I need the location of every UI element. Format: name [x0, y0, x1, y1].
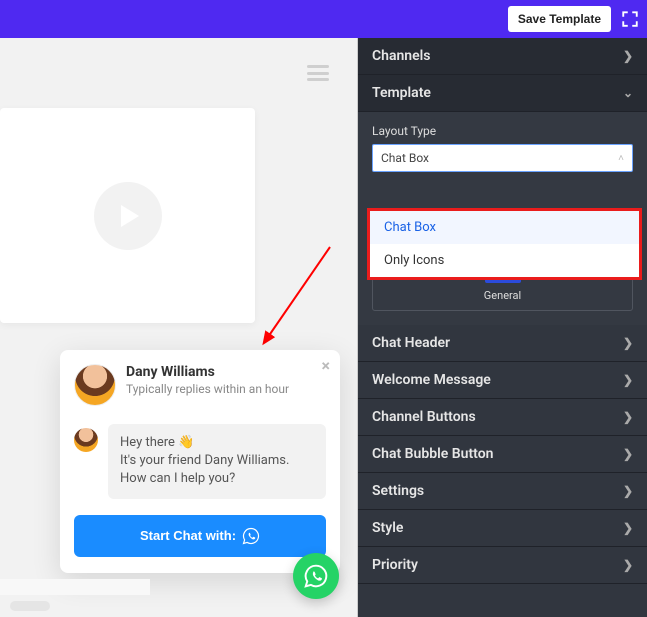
- chevron-down-icon: ⌄: [623, 86, 633, 100]
- close-icon[interactable]: ×: [322, 356, 331, 375]
- layout-dropdown-list: Chat Box Only Icons: [367, 208, 642, 280]
- skeleton-bar: [0, 579, 150, 595]
- layout-type-label: Layout Type: [372, 124, 633, 138]
- chevron-right-icon: ❯: [623, 521, 633, 535]
- preview-pane: × Dany Williams Typically replies within…: [0, 38, 358, 617]
- whatsapp-icon: [303, 563, 329, 589]
- settings-panel: Channels ❯ Template ⌄ Layout Type Chat B…: [358, 38, 647, 617]
- section-label: Welcome Message: [372, 372, 491, 388]
- skeleton-pill: [10, 601, 50, 611]
- save-template-button[interactable]: Save Template: [508, 6, 611, 32]
- chevron-right-icon: ❯: [623, 49, 633, 63]
- top-bar: Save Template: [0, 0, 647, 38]
- section-chat-bubble-button[interactable]: Chat Bubble Button ❯: [358, 436, 647, 473]
- whatsapp-icon: [242, 527, 260, 545]
- start-chat-label: Start Chat with:: [140, 528, 236, 543]
- section-label: Channel Buttons: [372, 409, 476, 425]
- section-template[interactable]: Template ⌄: [358, 75, 647, 112]
- chevron-right-icon: ❯: [623, 558, 633, 572]
- main-area: × Dany Williams Typically replies within…: [0, 38, 647, 617]
- dropdown-option-chatbox[interactable]: Chat Box: [370, 211, 639, 244]
- annotation-arrow-icon: [260, 242, 340, 352]
- section-label: Chat Header: [372, 335, 450, 351]
- template-body: Layout Type Chat Box ˄ Chat Box Only Ico…: [358, 112, 647, 325]
- agent-subtitle: Typically replies within an hour: [126, 382, 289, 396]
- avatar-small: [74, 428, 98, 452]
- section-channel-buttons[interactable]: Channel Buttons ❯: [358, 399, 647, 436]
- chat-header: Dany Williams Typically replies within a…: [74, 364, 326, 406]
- section-settings[interactable]: Settings ❯: [358, 473, 647, 510]
- greeting-line1: Hey there: [120, 435, 178, 450]
- section-label: Priority: [372, 557, 418, 573]
- agent-name: Dany Williams: [126, 364, 289, 380]
- section-style[interactable]: Style ❯: [358, 510, 647, 547]
- layout-type-dropdown[interactable]: Chat Box ˄: [372, 144, 633, 172]
- video-placeholder: [0, 108, 255, 323]
- chevron-up-icon: ˄: [618, 153, 624, 164]
- section-label: Template: [372, 85, 431, 101]
- thumb-label: General: [484, 289, 521, 302]
- chevron-right-icon: ❯: [623, 410, 633, 424]
- avatar: [74, 364, 116, 406]
- chevron-right-icon: ❯: [623, 336, 633, 350]
- section-label: Style: [372, 520, 403, 536]
- section-priority[interactable]: Priority ❯: [358, 547, 647, 584]
- chevron-right-icon: ❯: [623, 484, 633, 498]
- section-welcome-message[interactable]: Welcome Message ❯: [358, 362, 647, 399]
- chevron-right-icon: ❯: [623, 373, 633, 387]
- chat-message-row: Hey there 👋 It's your friend Dany Willia…: [74, 424, 326, 499]
- preview-header: [0, 38, 357, 108]
- section-label: Settings: [372, 483, 424, 499]
- whatsapp-fab[interactable]: [293, 553, 339, 599]
- section-chat-header[interactable]: Chat Header ❯: [358, 325, 647, 362]
- dropdown-option-onlyicons[interactable]: Only Icons: [370, 244, 639, 277]
- greeting-line2: It's your friend Dany Williams. How can …: [120, 453, 289, 486]
- section-label: Channels: [372, 48, 431, 64]
- menu-icon[interactable]: [307, 65, 329, 81]
- chat-bubble: Hey there 👋 It's your friend Dany Willia…: [108, 424, 326, 499]
- start-chat-button[interactable]: Start Chat with:: [74, 515, 326, 557]
- dropdown-value: Chat Box: [381, 151, 429, 165]
- play-icon[interactable]: [94, 182, 162, 250]
- fullscreen-icon[interactable]: [621, 10, 639, 28]
- chat-widget: × Dany Williams Typically replies within…: [60, 350, 340, 573]
- chevron-right-icon: ❯: [623, 447, 633, 461]
- section-channels[interactable]: Channels ❯: [358, 38, 647, 75]
- wave-icon: 👋: [178, 434, 194, 452]
- section-label: Chat Bubble Button: [372, 446, 493, 462]
